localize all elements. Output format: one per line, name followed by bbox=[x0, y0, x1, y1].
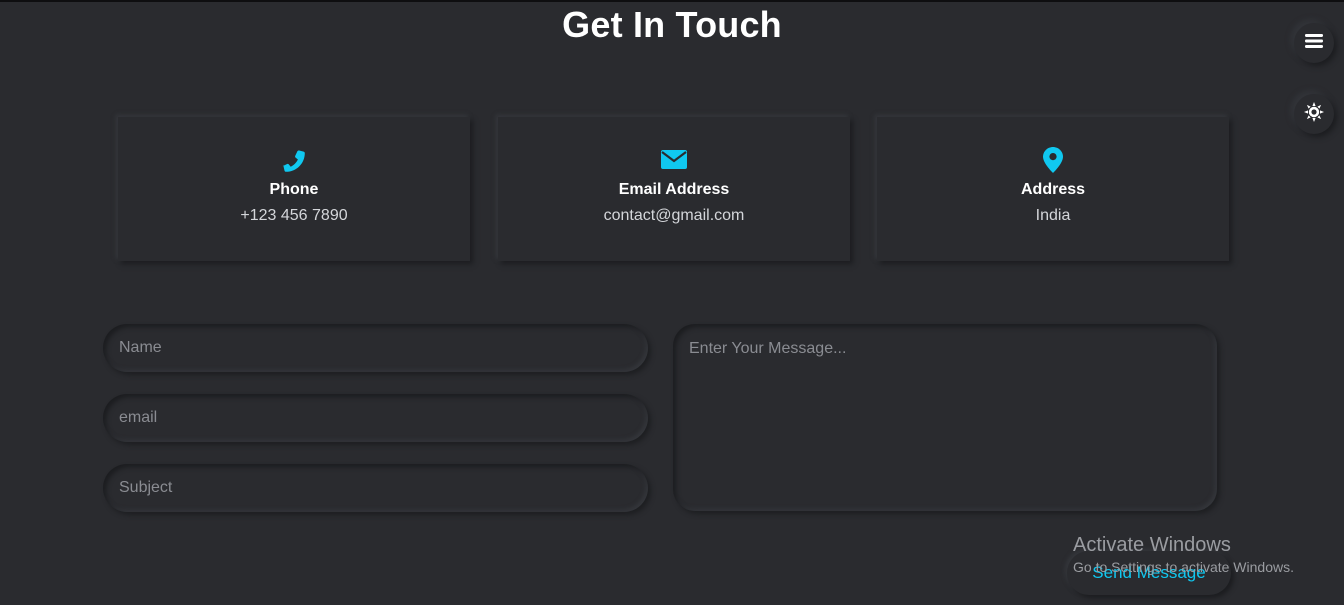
menu-button[interactable] bbox=[1294, 23, 1334, 63]
name-input[interactable] bbox=[103, 324, 648, 372]
email-value: contact@gmail.com bbox=[603, 207, 745, 224]
email-input[interactable] bbox=[103, 394, 648, 442]
address-label: Address bbox=[1020, 181, 1086, 198]
email-card: Email Address contact@gmail.com bbox=[498, 117, 850, 261]
address-card: Address India bbox=[877, 117, 1229, 261]
phone-label: Phone bbox=[269, 181, 319, 198]
page-title: Get In Touch bbox=[562, 4, 782, 45]
envelope-icon bbox=[661, 147, 687, 173]
theme-toggle-icon bbox=[1304, 101, 1324, 127]
message-textarea[interactable] bbox=[673, 324, 1217, 511]
theme-toggle-button[interactable] bbox=[1294, 94, 1334, 134]
send-message-button[interactable]: Send Message bbox=[1067, 551, 1231, 595]
email-label: Email Address bbox=[618, 181, 730, 198]
address-value: India bbox=[1035, 207, 1071, 224]
phone-icon bbox=[281, 147, 307, 173]
phone-card: Phone +123 456 7890 bbox=[118, 117, 470, 261]
send-message-label: Send Message bbox=[1092, 563, 1206, 582]
phone-value: +123 456 7890 bbox=[240, 207, 348, 224]
map-pin-icon bbox=[1043, 147, 1063, 173]
subject-input[interactable] bbox=[103, 464, 648, 512]
top-border bbox=[0, 0, 1344, 2]
menu-icon bbox=[1305, 33, 1323, 54]
